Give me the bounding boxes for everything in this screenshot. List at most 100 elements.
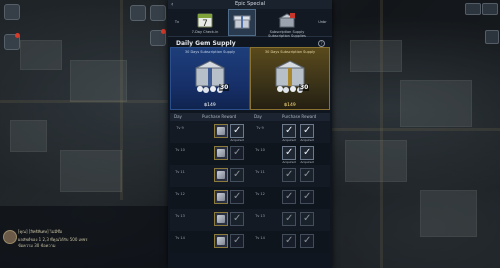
claim-checkbox[interactable]: ✓ bbox=[282, 146, 296, 160]
reward-gem-slot[interactable] bbox=[214, 190, 228, 204]
day-label: Tv 13 bbox=[175, 214, 185, 218]
reward-gem-slot[interactable] bbox=[214, 124, 228, 138]
day-label: Tv 13 bbox=[255, 214, 265, 218]
card-price: ฿149 bbox=[284, 103, 296, 108]
supply-card-basic[interactable]: 30 Days Subscription Supply 30 ฿149 bbox=[170, 47, 250, 110]
column-header: Day bbox=[174, 114, 182, 119]
avatar bbox=[3, 230, 17, 244]
reward-gem-slot[interactable] bbox=[214, 212, 228, 226]
gem-icon bbox=[217, 193, 225, 201]
chat-box[interactable]: [คุณ] [สิทธิพิเศษ] ไม่มีชื่อ ผลลัพธ์ของ … bbox=[0, 206, 170, 268]
menu-icon[interactable] bbox=[4, 4, 20, 20]
claim-checkbox[interactable]: ✓ bbox=[230, 124, 244, 138]
svg-text:7: 7 bbox=[202, 19, 208, 28]
table-row: Tv 12 Tv 12 ✓ ✓ ✓ bbox=[170, 187, 330, 209]
day-label: Tv 12 bbox=[175, 192, 185, 196]
page-title: Epic Special bbox=[234, 1, 266, 7]
claim-checkbox[interactable]: ✓ bbox=[300, 190, 314, 204]
alliance-icon[interactable] bbox=[150, 5, 166, 21]
claim-checkbox[interactable]: ✓ bbox=[282, 212, 296, 226]
column-header: Purchase Reward bbox=[202, 114, 237, 119]
notification-badge bbox=[15, 33, 20, 38]
claim-checkbox[interactable]: ✓ bbox=[282, 124, 296, 138]
acquired-label: Acquired bbox=[300, 160, 314, 164]
claim-checkbox[interactable]: ✓ bbox=[282, 234, 296, 248]
info-icon[interactable]: ? bbox=[318, 40, 325, 47]
claim-checkbox[interactable]: ✓ bbox=[300, 212, 314, 226]
tab-7-day-checkin[interactable]: 7 7-Day Check-in bbox=[186, 9, 224, 36]
chat-line: ข้อความ 30 ข้อความ bbox=[18, 243, 56, 248]
tab-label: Subscription Supply Subscription Supplie… bbox=[268, 30, 306, 38]
claim-checkbox[interactable]: ✓ bbox=[230, 190, 244, 204]
gift-box-icon bbox=[233, 15, 251, 29]
tab-bar: Tv 7 7-Day Check-in Subscription Supply … bbox=[168, 9, 332, 38]
day-label: Tv 12 bbox=[255, 192, 265, 196]
check-icon: ✓ bbox=[285, 213, 294, 224]
check-icon: ✓ bbox=[303, 169, 312, 180]
claim-checkbox[interactable]: ✓ bbox=[230, 168, 244, 182]
claim-checkbox[interactable]: ✓ bbox=[230, 234, 244, 248]
tab-subscription-supply[interactable]: Subscription Supply Subscription Supplie… bbox=[260, 9, 314, 38]
day-label: Tv 9 bbox=[176, 126, 184, 130]
supply-crate-icon bbox=[278, 13, 296, 28]
reward-gem-slot[interactable] bbox=[214, 146, 228, 160]
table-row: Tv 13 Tv 13 ✓ ✓ ✓ bbox=[170, 209, 330, 231]
card-subtitle: 30 Days Subscription Supply bbox=[184, 50, 236, 54]
tab-prev[interactable]: Tv bbox=[170, 9, 184, 36]
claim-checkbox[interactable]: ✓ bbox=[230, 146, 244, 160]
gem-icon bbox=[217, 149, 225, 157]
check-icon: ✓ bbox=[303, 147, 312, 158]
tab-next[interactable]: Unbr bbox=[313, 9, 332, 36]
claim-checkbox[interactable]: ✓ bbox=[230, 212, 244, 226]
day-label: Tv 9 bbox=[256, 126, 264, 130]
day-label: Tv 11 bbox=[175, 170, 185, 174]
claim-checkbox[interactable]: ✓ bbox=[300, 234, 314, 248]
resource-gem-icon[interactable] bbox=[482, 3, 498, 15]
check-icon: ✓ bbox=[285, 125, 294, 136]
tab-label: Unbr bbox=[318, 20, 327, 24]
card-quantity: 30 bbox=[299, 84, 310, 91]
claim-checkbox[interactable]: ✓ bbox=[300, 124, 314, 138]
table-row: Tv 9 Tv 9 ✓ Acquired ✓ ✓ Acquired Acquired bbox=[170, 121, 330, 143]
tab-label: 7-Day Check-in bbox=[191, 30, 219, 34]
acquired-label: Acquired bbox=[282, 160, 296, 164]
claim-checkbox[interactable]: ✓ bbox=[300, 146, 314, 160]
check-icon: ✓ bbox=[303, 213, 312, 224]
check-icon: ✓ bbox=[233, 147, 242, 158]
chat-line: [คุณ] [สิทธิพิเศษ] ไม่มีชื่อ bbox=[18, 229, 63, 234]
epic-special-panel: ‹ Epic Special Tv 7 7-Day Check-in Subsc… bbox=[168, 0, 332, 268]
reward-gem-slot[interactable] bbox=[214, 168, 228, 182]
check-icon: ✓ bbox=[285, 147, 294, 158]
card-quantity: 30 bbox=[219, 84, 230, 91]
check-icon: ✓ bbox=[303, 125, 312, 136]
acquired-label: Acquired bbox=[230, 138, 244, 142]
supply-title: Daily Gem Supply bbox=[176, 40, 236, 47]
check-icon: ✓ bbox=[233, 169, 242, 180]
check-icon: ✓ bbox=[285, 191, 294, 202]
check-icon: ✓ bbox=[233, 125, 242, 136]
check-icon: ✓ bbox=[233, 191, 242, 202]
side-menu-button[interactable] bbox=[485, 30, 499, 44]
claim-checkbox[interactable]: ✓ bbox=[282, 168, 296, 182]
day-label: Tv 14 bbox=[175, 236, 185, 240]
table-row: Tv 10 Tv 10 ✓ ✓ ✓ Acquired Acquired bbox=[170, 143, 330, 165]
column-header: Day bbox=[254, 114, 262, 119]
card-price: ฿149 bbox=[204, 103, 216, 108]
resource-gold-icon[interactable] bbox=[465, 3, 481, 15]
table-row: Tv 14 Tv 14 ✓ ✓ ✓ bbox=[170, 231, 330, 253]
check-icon: ✓ bbox=[303, 235, 312, 246]
left-hud: [คุณ] [สิทธิพิเศษ] ไม่มีชื่อ ผลลัพธ์ของ … bbox=[0, 0, 170, 268]
day-label: Tv 11 bbox=[255, 170, 265, 174]
mail-icon[interactable] bbox=[130, 5, 146, 21]
calendar-icon: 7 bbox=[197, 13, 213, 28]
gem-icon bbox=[217, 237, 225, 245]
claim-checkbox[interactable]: ✓ bbox=[300, 168, 314, 182]
claim-checkbox[interactable]: ✓ bbox=[282, 190, 296, 204]
reward-gem-slot[interactable] bbox=[214, 234, 228, 248]
check-icon: ✓ bbox=[303, 191, 312, 202]
table-row: Tv 11 Tv 11 ✓ ✓ ✓ bbox=[170, 165, 330, 187]
tab-epic-special[interactable] bbox=[228, 9, 256, 36]
acquired-label: Acquired bbox=[300, 138, 314, 142]
supply-card-premium[interactable]: 30 Days Subscription Supply 30 ฿149 bbox=[250, 47, 330, 110]
gem-icon bbox=[217, 127, 225, 135]
